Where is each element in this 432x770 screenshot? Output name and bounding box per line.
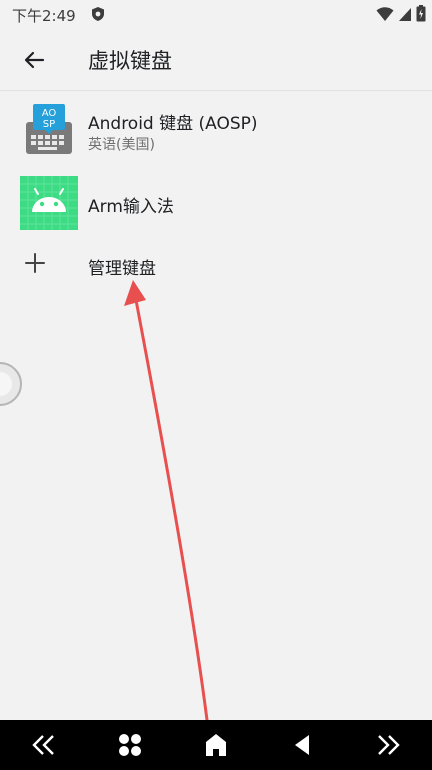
back-triangle-icon [295, 735, 309, 755]
signal-icon [399, 7, 411, 21]
list-item-aosp-keyboard[interactable]: AO SP Android 键盘 (AOSP) 英语(美国) [0, 92, 432, 172]
manage-keyboards-label: 管理键盘 [88, 259, 156, 279]
shield-icon [92, 7, 104, 21]
battery-icon [416, 5, 426, 22]
manage-keyboards-button[interactable]: 管理键盘 [0, 236, 432, 292]
aosp-icon-text-bottom: SP [43, 119, 55, 130]
four-dots-icon [119, 734, 141, 756]
page-title: 虚拟键盘 [88, 49, 172, 73]
plus-icon [25, 253, 45, 273]
list-item-arm-ime[interactable]: Arm输入法 [0, 172, 432, 234]
keyboard-title: Android 键盘 (AOSP) [88, 114, 258, 134]
navigation-bar [0, 720, 432, 770]
nav-home-button[interactable] [186, 720, 246, 770]
double-chevron-left-icon [32, 735, 54, 755]
aosp-keyboard-icon: AO SP [24, 102, 74, 156]
arrow-left-icon [24, 51, 45, 69]
app-bar: 虚拟键盘 [0, 28, 432, 91]
android-robot-icon [20, 176, 78, 230]
nav-back-button[interactable] [272, 720, 332, 770]
status-icons [376, 5, 426, 22]
keyboard-title: Arm输入法 [88, 197, 174, 217]
screen: 下午2:49 虚拟键盘 AO SP Android 键盘 (AOSP) 英语(美… [0, 0, 432, 770]
nav-next-button[interactable] [358, 720, 418, 770]
wifi-icon [376, 6, 394, 21]
back-button[interactable] [18, 44, 50, 76]
nav-apps-button[interactable] [100, 720, 160, 770]
status-time: 下午2:49 [12, 7, 76, 25]
keyboard-subtitle: 英语(美国) [88, 137, 155, 153]
floating-assist-button[interactable] [0, 362, 22, 406]
home-icon [206, 734, 226, 756]
double-chevron-right-icon [378, 735, 400, 755]
nav-prev-button[interactable] [14, 720, 74, 770]
aosp-icon-text-top: AO [42, 108, 57, 119]
status-bar: 下午2:49 [0, 0, 432, 28]
